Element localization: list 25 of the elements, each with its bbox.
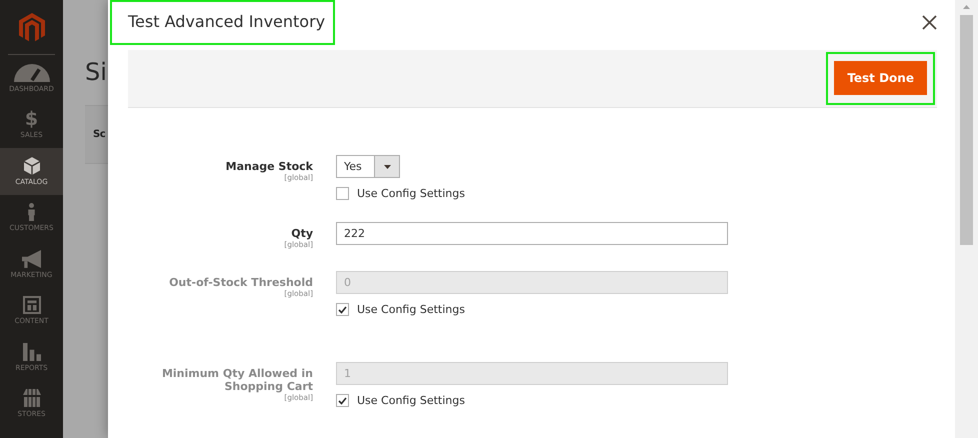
close-icon[interactable]	[922, 14, 937, 30]
checkbox[interactable]	[336, 187, 349, 200]
layout-icon	[22, 296, 40, 314]
field-label: Minimum Qty Allowed in Shopping Cart	[160, 367, 313, 393]
field-label: Qty	[291, 227, 313, 240]
modal-title: Test Advanced Inventory	[128, 12, 326, 31]
select-field[interactable]: Yes	[336, 155, 400, 178]
caret-icon	[384, 164, 390, 168]
page-title: Si	[85, 58, 107, 86]
scrollbar[interactable]	[955, 0, 978, 438]
logo-icon[interactable]	[18, 13, 44, 43]
done-button[interactable]: Test Done	[834, 61, 927, 95]
field-label: Out-of-Stock Threshold	[169, 276, 313, 289]
checkbox-label[interactable]: Use Config Settings	[357, 187, 465, 200]
dollar-icon: $	[24, 110, 38, 128]
gauge-icon	[14, 64, 50, 82]
arrow-up-icon[interactable]	[963, 5, 970, 9]
field-label: Manage Stock	[226, 160, 313, 173]
section-tab[interactable]: Sc	[85, 105, 108, 164]
bar-chart-icon	[22, 342, 40, 361]
store-icon	[22, 389, 40, 408]
person-icon	[28, 203, 35, 222]
input-field[interactable]: 222	[336, 222, 728, 245]
megaphone-icon	[22, 250, 41, 268]
box-icon	[24, 156, 40, 175]
